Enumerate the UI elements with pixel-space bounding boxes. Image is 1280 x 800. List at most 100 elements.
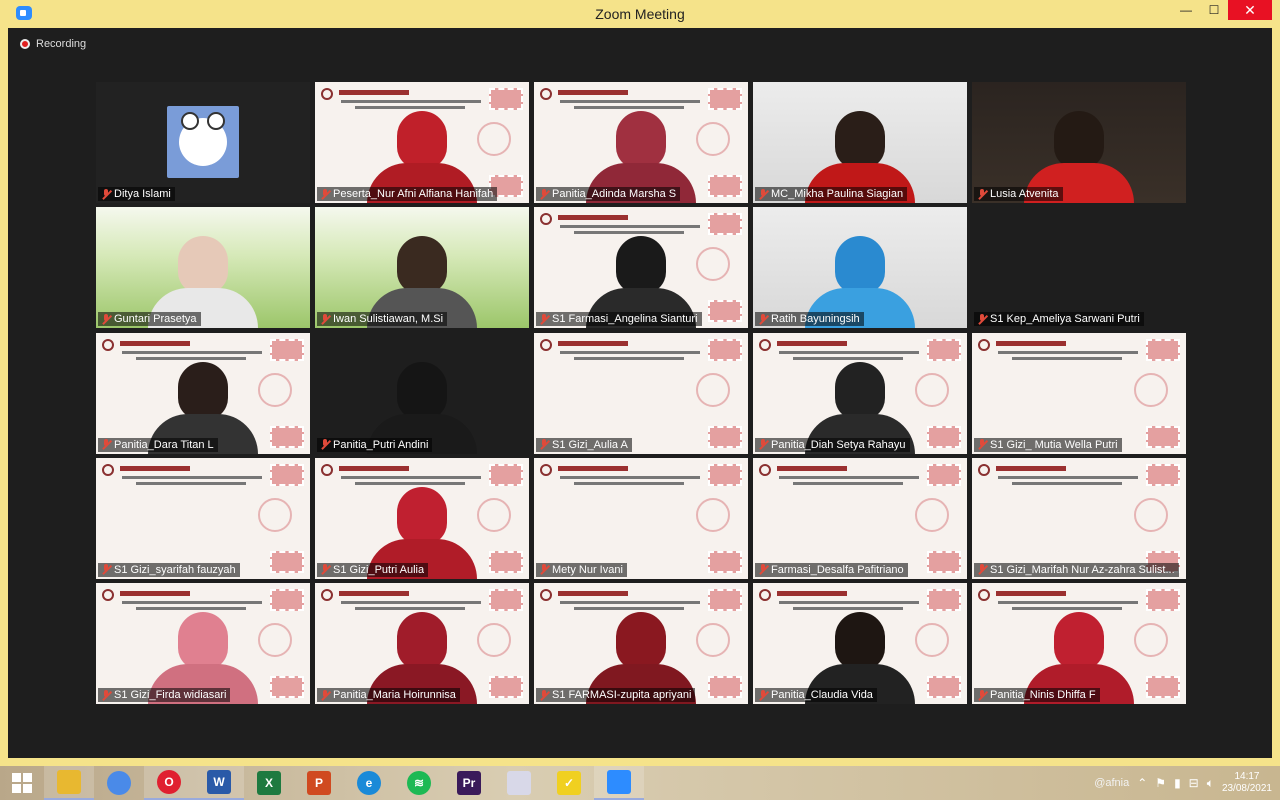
participant-name-tag: Farmasi_Desalfa Pafitriano: [755, 562, 908, 577]
participant-tile[interactable]: Panitia_Diah Setya Rahayu: [753, 332, 967, 454]
clock-date: 23/08/2021: [1221, 783, 1272, 794]
taskbar-spotify[interactable]: ≋: [394, 766, 444, 800]
opera-icon: O: [157, 770, 181, 794]
taskbar-powerpoint[interactable]: P: [294, 766, 344, 800]
participant-name-tag: S1 Gizi_ Mutia Wella Putri: [974, 437, 1122, 452]
participant-name-tag: Panitia_Adinda Marsha S: [536, 187, 681, 201]
chrome-icon: [107, 771, 131, 795]
video-feed: [534, 332, 748, 454]
flag-icon[interactable]: ⚑: [1155, 776, 1166, 790]
mic-muted-icon: [320, 689, 330, 701]
participant-name-tag: Lusia Atvenita: [974, 187, 1063, 201]
taskbar-edge[interactable]: e: [344, 766, 394, 800]
zoom-window: Zoom Meeting — ☐ ✕ Recording Ditya Islam…: [0, 0, 1280, 766]
participant-name-tag: S1 FARMASI-zupita apriyani: [536, 688, 696, 702]
participant-tile[interactable]: S1 Farmasi_Angelina Sianturi: [534, 207, 748, 329]
participant-name-tag: Panitia_Ninis Dhiffa F: [974, 688, 1100, 702]
participant-tile[interactable]: Panitia_Putri Andini: [315, 332, 529, 454]
participant-tile[interactable]: Panitia_Maria Hoirunnisa: [315, 583, 529, 704]
participant-tile[interactable]: MC_Mikha Paulina Siagian: [753, 82, 967, 203]
participant-name-tag: MC_Mikha Paulina Siagian: [755, 187, 908, 201]
participant-name-tag: Panitia_Diah Setya Rahayu: [755, 437, 910, 452]
participant-tile[interactable]: Panitia_Adinda Marsha S: [534, 82, 748, 203]
participant-tile[interactable]: Ratih Bayuningsih: [753, 207, 967, 329]
participant-tile[interactable]: S1 Gizi_Aulia A: [534, 332, 748, 454]
participant-name-tag: Mety Nur Ivani: [536, 562, 627, 577]
clock[interactable]: 14:17 23/08/2021: [1222, 771, 1272, 795]
participant-name: Ratih Bayuningsih: [771, 313, 860, 326]
mic-muted-icon: [320, 564, 330, 575]
taskbar-zoom[interactable]: [594, 766, 644, 800]
participant-tile[interactable]: Farmasi_Desalfa Pafitriano: [753, 457, 967, 579]
taskbar-file-explorer[interactable]: [44, 766, 94, 800]
video-feed: [972, 207, 1186, 329]
participant-name: Panitia_Adinda Marsha S: [552, 188, 677, 200]
chevron-up-icon[interactable]: ⌃: [1137, 776, 1147, 790]
participant-tile[interactable]: S1 Gizi_ Mutia Wella Putri: [972, 332, 1186, 454]
participant-tile[interactable]: Ditya Islami: [96, 82, 310, 203]
clock-time: 14:17: [1234, 771, 1260, 782]
participant-name: Panitia_Claudia Vida: [771, 689, 873, 701]
system-tray: @afnia ⌃ ⚑ ▮ ⊟ 🔈︎ 14:17 23/08/2021: [1094, 766, 1280, 800]
participant-tile[interactable]: Panitia_Dara Titan L: [96, 332, 310, 454]
minimize-button[interactable]: —: [1172, 0, 1200, 20]
participant-tile[interactable]: Lusia Atvenita: [972, 82, 1186, 203]
participant-tile[interactable]: Peserta_Nur Afni Alfiana Hanifah: [315, 82, 529, 203]
mic-muted-icon: [539, 313, 549, 325]
mic-muted-icon: [320, 188, 330, 200]
participant-tile[interactable]: Panitia_Ninis Dhiffa F: [972, 583, 1186, 704]
participant-tile[interactable]: Guntari Prasetya: [96, 207, 310, 329]
mic-muted-icon: [758, 313, 768, 325]
participant-name: Panitia_Maria Hoirunnisa: [333, 689, 456, 701]
participant-tile[interactable]: S1 Kep_Ameliya Sarwani Putri: [972, 207, 1186, 329]
taskbar-opera[interactable]: O: [144, 766, 194, 800]
participant-name: Panitia_Diah Setya Rahayu: [771, 438, 906, 451]
start-button[interactable]: [0, 766, 44, 800]
network-icon[interactable]: ⊟: [1189, 776, 1199, 790]
recording-indicator[interactable]: Recording: [20, 38, 86, 50]
participant-name-tag: Panitia_Dara Titan L: [98, 437, 218, 452]
taskbar-word[interactable]: W: [194, 766, 244, 800]
mic-muted-icon: [977, 564, 987, 575]
participant-name: Guntari Prasetya: [114, 313, 197, 326]
participant-tile[interactable]: S1 Gizi_Putri Aulia: [315, 457, 529, 579]
window-title: Zoom Meeting: [595, 6, 685, 22]
zoom-icon: [607, 770, 631, 794]
participant-name: Mety Nur Ivani: [552, 563, 623, 576]
battery-icon[interactable]: ▮: [1174, 776, 1181, 790]
close-button[interactable]: ✕: [1228, 0, 1272, 20]
participant-tile[interactable]: Iwan Sulistiawan, M.Si: [315, 207, 529, 329]
mic-muted-icon: [758, 439, 768, 450]
participant-tile[interactable]: Panitia_Claudia Vida: [753, 583, 967, 704]
powerpoint-icon: P: [307, 771, 331, 795]
title-bar[interactable]: Zoom Meeting — ☐ ✕: [8, 0, 1272, 28]
participant-tile[interactable]: S1 Gizi_Firda widiasari: [96, 583, 310, 704]
participant-tile[interactable]: S1 Gizi_syarifah fauzyah: [96, 457, 310, 579]
mic-muted-icon: [539, 564, 549, 575]
taskbar-paint[interactable]: [494, 766, 544, 800]
taskbar-chrome[interactable]: [94, 766, 144, 800]
volume-icon[interactable]: 🔈︎: [1207, 776, 1214, 791]
mic-muted-icon: [977, 439, 987, 450]
profile-picture: [167, 106, 239, 178]
maximize-button[interactable]: ☐: [1200, 0, 1228, 20]
participant-name: MC_Mikha Paulina Siagian: [771, 188, 904, 200]
mic-muted-icon: [101, 313, 111, 325]
participant-name-tag: S1 Gizi_Firda widiasari: [98, 688, 231, 702]
taskbar-excel[interactable]: X: [244, 766, 294, 800]
video-feed: [753, 457, 967, 579]
participant-name-tag: Ditya Islami: [98, 187, 175, 201]
taskbar-sticky-notes[interactable]: ✓: [544, 766, 594, 800]
tray-username: @afnia: [1094, 777, 1130, 789]
taskbar-premiere[interactable]: Pr: [444, 766, 494, 800]
mic-muted-icon: [101, 564, 111, 575]
participant-name: S1 Farmasi_Angelina Sianturi: [552, 313, 698, 326]
window-controls: — ☐ ✕: [1172, 0, 1272, 20]
participant-tile[interactable]: S1 Gizi_Marifah Nur Az-zahra Sulist...: [972, 457, 1186, 579]
participant-tile[interactable]: S1 FARMASI-zupita apriyani: [534, 583, 748, 704]
participant-tile[interactable]: Mety Nur Ivani: [534, 457, 748, 579]
mic-muted-icon: [539, 188, 549, 200]
participant-name-tag: Panitia_Claudia Vida: [755, 688, 877, 702]
mic-muted-icon: [977, 188, 987, 200]
participant-name: Iwan Sulistiawan, M.Si: [333, 313, 444, 326]
